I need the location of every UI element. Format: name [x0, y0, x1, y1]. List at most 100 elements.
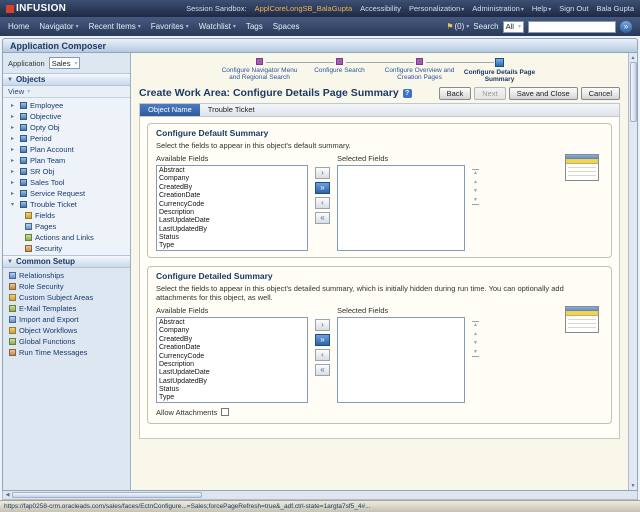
save-and-close-button[interactable]: Save and Close	[509, 87, 578, 100]
remove-all-button[interactable]: «	[315, 212, 330, 224]
expand-icon[interactable]: ▸	[11, 157, 17, 164]
expand-icon[interactable]: ▸	[11, 190, 17, 197]
list-item[interactable]: LastUpdatedBy	[159, 378, 305, 386]
list-item[interactable]: LastUpdatedBy	[159, 226, 305, 234]
move-all-button[interactable]: »	[315, 334, 330, 346]
common-setup-role-security[interactable]: Role Security	[3, 281, 130, 292]
expand-icon[interactable]: ▸	[11, 146, 17, 153]
tree-item-opty-obj[interactable]: ▸Opty Obj	[3, 122, 130, 133]
nav-favorites[interactable]: Favorites▾	[151, 22, 189, 31]
search-scope-select[interactable]: All▾	[503, 21, 524, 33]
train-step-4-current[interactable]: Configure Details Page Summary	[460, 58, 540, 84]
list-item[interactable]: Type	[159, 394, 305, 402]
tree-item-security[interactable]: Security	[3, 243, 130, 254]
expand-icon[interactable]: ▸	[11, 124, 17, 131]
scroll-up-icon[interactable]: ▲	[631, 53, 636, 62]
search-input[interactable]	[528, 21, 616, 33]
common-setup-run-time-messages[interactable]: Run Time Messages	[3, 347, 130, 358]
sign-out-link[interactable]: Sign Out	[559, 4, 588, 13]
list-item[interactable]: CreatedBy	[159, 184, 305, 192]
view-menu[interactable]: View▾	[3, 86, 130, 98]
tree-item-sr-obj[interactable]: ▸SR Obj	[3, 166, 130, 177]
common-setup-global-functions[interactable]: Global Functions	[3, 336, 130, 347]
objects-panel-header[interactable]: ▼ Objects	[3, 73, 130, 86]
list-item[interactable]: Abstract	[159, 167, 305, 175]
session-sandbox-link[interactable]: ApplCoreLongSB_BalaGupta	[255, 4, 353, 13]
nav-tags[interactable]: Tags	[246, 22, 263, 31]
list-item[interactable]: CurrencyCode	[159, 353, 305, 361]
help-menu[interactable]: Help▾	[532, 4, 551, 13]
tree-item-plan-team[interactable]: ▸Plan Team	[3, 155, 130, 166]
tree-item-pages[interactable]: Pages	[3, 221, 130, 232]
tree-item-fields[interactable]: Fields	[3, 210, 130, 221]
notifications-menu[interactable]: ⚑ (0) ▾	[446, 22, 469, 31]
back-button[interactable]: Back	[439, 87, 472, 100]
nav-home[interactable]: Home	[8, 22, 29, 31]
common-setup-object-workflows[interactable]: Object Workflows	[3, 325, 130, 336]
help-icon[interactable]: ?	[403, 89, 412, 98]
vertical-scrollbar[interactable]: ▲ ▼	[628, 53, 637, 490]
cancel-button[interactable]: Cancel	[581, 87, 620, 100]
expand-icon[interactable]: ▸	[11, 135, 17, 142]
next-button[interactable]: Next	[474, 87, 505, 100]
search-go-button[interactable]: »	[620, 21, 632, 33]
list-item[interactable]: Status	[159, 234, 305, 242]
personalization-menu[interactable]: Personalization▾	[409, 4, 464, 13]
collapse-icon[interactable]: ▾	[11, 201, 17, 208]
tree-item-actions-and-links[interactable]: Actions and Links	[3, 232, 130, 243]
allow-attachments-checkbox[interactable]	[221, 408, 229, 416]
common-setup-import-export[interactable]: Import and Export	[3, 314, 130, 325]
remove-button[interactable]: ‹	[315, 197, 330, 209]
tree-item-employee[interactable]: ▸Employee	[3, 100, 130, 111]
move-down-button[interactable]: ▼	[472, 188, 479, 195]
move-down-button[interactable]: ▼	[472, 340, 479, 347]
available-fields-list[interactable]: Abstract Company CreatedBy CreationDate …	[156, 165, 308, 251]
list-item[interactable]: LastUpdateDate	[159, 369, 305, 377]
scroll-down-icon[interactable]: ▼	[631, 481, 636, 490]
list-item[interactable]: Type	[159, 242, 305, 250]
list-item[interactable]: CreationDate	[159, 192, 305, 200]
list-item[interactable]: CreationDate	[159, 344, 305, 352]
tree-item-objective[interactable]: ▸Objective	[3, 111, 130, 122]
common-setup-relationships[interactable]: Relationships	[3, 270, 130, 281]
expand-icon[interactable]: ▸	[11, 102, 17, 109]
train-step-2[interactable]: Configure Search	[300, 58, 380, 74]
accessibility-link[interactable]: Accessibility	[360, 4, 401, 13]
tree-item-sales-tool[interactable]: ▸Sales Tool	[3, 177, 130, 188]
common-setup-email-templates[interactable]: E-Mail Templates	[3, 303, 130, 314]
remove-button[interactable]: ‹	[315, 349, 330, 361]
move-top-button[interactable]: ▲	[472, 169, 479, 177]
remove-all-button[interactable]: «	[315, 364, 330, 376]
move-all-button[interactable]: »	[315, 182, 330, 194]
tree-item-period[interactable]: ▸Period	[3, 133, 130, 144]
scrollbar-thumb[interactable]	[630, 62, 637, 122]
move-button[interactable]: ›	[315, 167, 330, 179]
move-up-button[interactable]: ▲	[472, 331, 479, 338]
list-item[interactable]: CurrencyCode	[159, 201, 305, 209]
scroll-left-icon[interactable]: ◀	[3, 492, 12, 498]
list-item[interactable]: Company	[159, 175, 305, 183]
move-bottom-button[interactable]: ▼	[472, 197, 479, 205]
list-item[interactable]: Status	[159, 386, 305, 394]
train-step-3[interactable]: Configure Overview and Creation Pages	[380, 58, 460, 82]
move-button[interactable]: ›	[315, 319, 330, 331]
horizontal-scrollbar[interactable]: ◀	[2, 491, 638, 500]
administration-menu[interactable]: Administration▾	[472, 4, 524, 13]
selected-fields-list[interactable]	[337, 317, 465, 403]
nav-recent-items[interactable]: Recent Items▾	[89, 22, 141, 31]
move-bottom-button[interactable]: ▼	[472, 349, 479, 357]
nav-navigator[interactable]: Navigator▾	[39, 22, 78, 31]
expand-icon[interactable]: ▸	[11, 168, 17, 175]
list-item[interactable]: CreatedBy	[159, 336, 305, 344]
move-top-button[interactable]: ▲	[472, 321, 479, 329]
tree-item-trouble-ticket[interactable]: ▾Trouble Ticket	[3, 199, 130, 210]
move-up-button[interactable]: ▲	[472, 179, 479, 186]
available-fields-list[interactable]: Abstract Company CreatedBy CreationDate …	[156, 317, 308, 403]
nav-watchlist[interactable]: Watchlist▾	[199, 22, 236, 31]
application-select[interactable]: Sales▾	[49, 57, 81, 69]
list-item[interactable]: Description	[159, 361, 305, 369]
list-item[interactable]: Description	[159, 209, 305, 217]
common-setup-custom-subject-areas[interactable]: Custom Subject Areas	[3, 292, 130, 303]
list-item[interactable]: LastUpdateDate	[159, 217, 305, 225]
list-item[interactable]: Company	[159, 327, 305, 335]
